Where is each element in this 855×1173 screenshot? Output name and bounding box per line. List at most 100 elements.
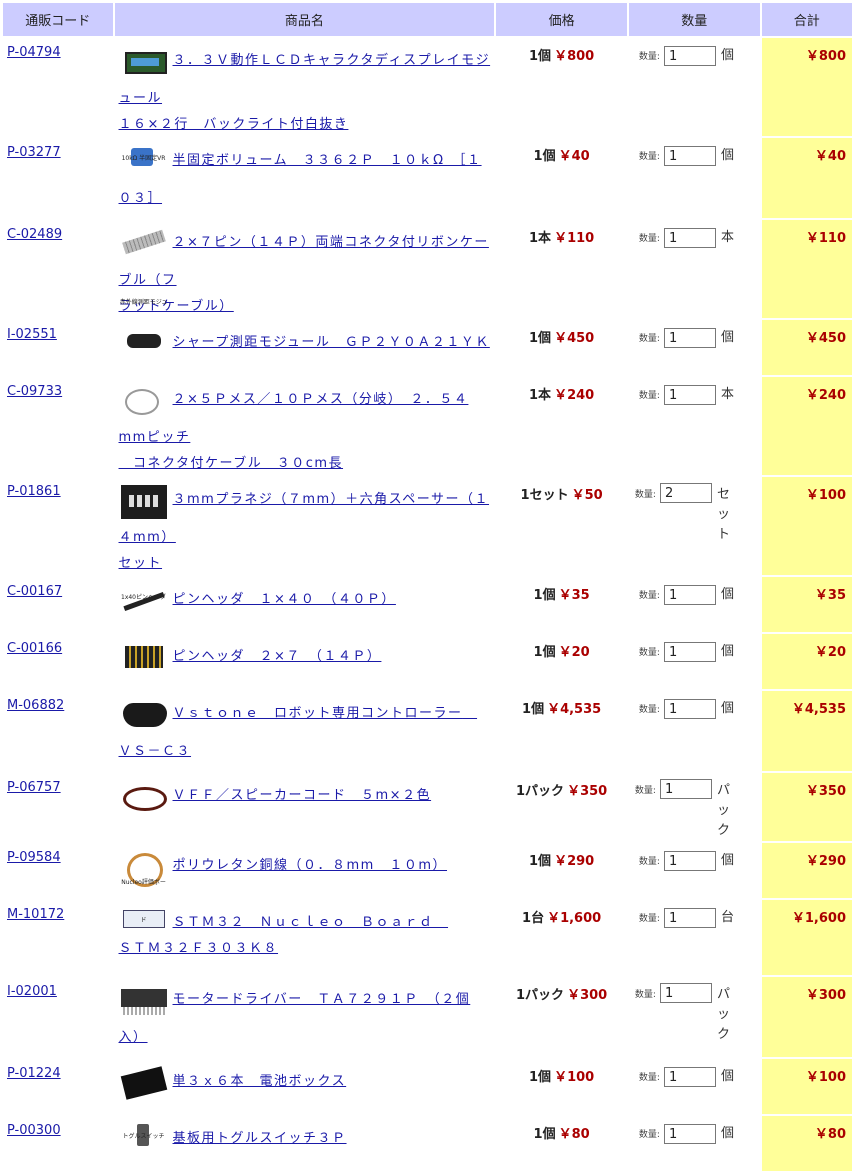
speaker-cord-image[interactable] — [119, 779, 169, 813]
product-code-link[interactable]: P-01861 — [7, 484, 61, 499]
product-code-link[interactable]: P-00300 — [7, 1123, 61, 1138]
trimmer-image[interactable]: 10kΩ 半固定VR — [119, 144, 169, 178]
product-name-link[interactable]: シャープ測距モジュール ＧＰ２Ｙ０Ａ２１ＹＫ — [173, 335, 490, 350]
product-name-link[interactable]: ３．３Ｖ動作ＬＣＤキャラクタディスプレイモジュール — [119, 53, 491, 106]
product-code-link[interactable]: C-00167 — [7, 584, 62, 599]
nucleo-board-image[interactable]: Nucleo評価ボード — [119, 879, 169, 940]
quantity-input[interactable]: 1 — [659, 779, 712, 799]
product-code-link[interactable]: I-02551 — [7, 327, 57, 342]
lcd-image[interactable] — [119, 44, 169, 78]
product-code-link[interactable]: P-01224 — [7, 1066, 61, 1081]
unit-price: ￥800 — [554, 49, 595, 64]
quantity-input[interactable]: 1 — [663, 1066, 716, 1087]
quantity-input[interactable]: 1 — [663, 641, 716, 662]
unit-price: ￥290 — [554, 854, 595, 869]
product-name-cell: Nucleo評価ボード ＳＴＭ３２ Ｎｕｃｌｅｏ Ｂｏａｒｄ ＳＴＭ３２Ｆ３０３… — [115, 879, 495, 975]
pin-header-2x7-image[interactable] — [119, 640, 169, 674]
thumbnail-caption: 10kΩ 半固定VR — [121, 154, 166, 162]
quantity-input[interactable]: 1 — [663, 698, 716, 719]
product-name-cell: 10kΩ 半固定VR 半固定ボリューム ３３６２Ｐ １０ｋΩ ［１０３］ — [115, 138, 495, 218]
quantity-unit: 個 — [720, 148, 734, 163]
quantity-input[interactable]: 2 — [659, 483, 712, 503]
line-total: ￥1,600 — [761, 900, 852, 975]
product-code-link[interactable]: C-00166 — [7, 641, 62, 656]
product-code-cell: I-02551 — [3, 320, 113, 375]
product-code-link[interactable]: P-03277 — [7, 145, 61, 160]
quantity-input[interactable]: 1 — [663, 327, 716, 348]
quantity-label: 数量: — [634, 489, 656, 500]
price-unit: 1パック — [516, 988, 565, 1003]
controller-image[interactable] — [119, 697, 169, 731]
product-name-link-cont[interactable]: ＳＴＭ３２Ｆ３０３Ｋ８ — [119, 941, 279, 956]
quantity-cell: 数量: 1 個 — [629, 38, 760, 136]
quantity-input[interactable]: 1 — [663, 584, 716, 605]
quantity-input[interactable]: 1 — [663, 850, 716, 871]
quantity-input[interactable]: 1 — [659, 983, 712, 1003]
table-row: M-06882 Ｖｓｔｏｎｅ ロボット専用コントローラー ＶＳ－Ｃ３ 1個 ￥4,… — [3, 691, 852, 771]
quantity-input[interactable]: 1 — [663, 227, 716, 248]
cart-table: 通販コード 商品名 価格 数量 合計 P-04794 ３．３Ｖ動作ＬＣＤキャラク… — [1, 1, 854, 1173]
pin-header-image[interactable]: 1x40ピンヘッダ — [119, 583, 169, 617]
product-name-link[interactable]: 半固定ボリューム ３３６２Ｐ １０ｋΩ ［１０３］ — [119, 153, 482, 206]
product-name-link[interactable]: ＳＴＭ３２ Ｎｕｃｌｅｏ Ｂｏａｒｄ — [173, 915, 449, 930]
product-name-link[interactable]: ピンヘッダ １×４０ （４０Ｐ） — [173, 592, 396, 607]
product-code-cell: P-06757 — [3, 773, 113, 841]
quantity-label: 数量: — [638, 1130, 660, 1140]
ribbon-cable-image[interactable] — [119, 226, 169, 260]
quantity-label: 数量: — [638, 648, 660, 658]
quantity-input[interactable]: 1 — [663, 907, 716, 928]
product-name-link[interactable]: モータードライバー ＴＡ７２９１Ｐ （２個入） — [119, 992, 471, 1045]
product-code-link[interactable]: I-02001 — [7, 984, 57, 999]
product-name-link-cont[interactable]: セット — [119, 556, 163, 571]
header-code: 通販コード — [3, 3, 113, 36]
battery-box-image[interactable] — [119, 1065, 169, 1100]
line-total: ￥4,535 — [761, 691, 852, 771]
quantity-input[interactable]: 1 — [663, 45, 716, 66]
product-code-link[interactable]: C-09733 — [7, 384, 62, 399]
cable-image[interactable] — [119, 383, 169, 417]
product-code-link[interactable]: M-06882 — [7, 698, 64, 713]
quantity-unit: パック — [716, 783, 730, 838]
product-code-cell: P-00300 — [3, 1116, 113, 1171]
product-code-link[interactable]: P-09584 — [7, 850, 61, 865]
product-name-link-cont[interactable]: １６×２行 バックライト付白抜き — [119, 117, 349, 132]
quantity-unit: 個 — [720, 48, 734, 63]
product-name-link[interactable]: ２×５Ｐメス／１０Ｐメス（分岐） ２．５４mmピッチ — [119, 392, 469, 445]
product-name-link-cont[interactable]: コネクタ付ケーブル ３０cm長 — [119, 456, 344, 471]
line-total: ￥800 — [761, 38, 852, 136]
motor-driver-image[interactable] — [119, 983, 169, 1017]
price-unit: 1個 — [533, 1127, 556, 1142]
product-code-cell: P-04794 — [3, 38, 113, 136]
sensor-image[interactable]: 赤外線測距モジュール — [119, 299, 169, 360]
product-code-link[interactable]: C-02489 — [7, 227, 62, 242]
screws-image[interactable] — [119, 483, 169, 519]
quantity-input[interactable]: 1 — [663, 145, 716, 166]
product-code-cell: C-00167 — [3, 577, 113, 632]
unit-price: ￥240 — [554, 388, 595, 403]
product-name-link[interactable]: ３mmプラネジ（７mm）＋六角スペーサー（１４mm） — [119, 492, 490, 545]
toggle-switch-image[interactable]: トグルスイッチ — [119, 1122, 169, 1156]
product-code-link[interactable]: P-04794 — [7, 45, 61, 60]
product-name-cell: 単３ｘ６本 電池ボックス — [115, 1059, 495, 1114]
quantity-cell: 数量: 1 個 — [629, 843, 760, 898]
product-name-cell: ２×７ピン（１４Ｐ）両端コネクタ付リボンケーブル（フ ラットケーブル） — [115, 220, 495, 318]
line-total: ￥20 — [761, 634, 852, 689]
price-cell: 1個 ￥40 — [496, 138, 627, 218]
price-unit: 1台 — [522, 911, 545, 926]
quantity-label: 数量: — [638, 334, 660, 344]
quantity-input[interactable]: 1 — [663, 1123, 716, 1144]
product-code-link[interactable]: P-06757 — [7, 780, 61, 795]
quantity-unit: 個 — [720, 330, 734, 345]
product-name-link[interactable]: Ｖｓｔｏｎｅ ロボット専用コントローラー ＶＳ－Ｃ３ — [119, 706, 478, 759]
product-name-link[interactable]: ２×７ピン（１４Ｐ）両端コネクタ付リボンケーブル（フ — [119, 235, 489, 288]
price-unit: 1個 — [533, 588, 556, 603]
product-code-link[interactable]: M-10172 — [7, 907, 64, 922]
product-name-link[interactable]: ＶＦＦ／スピーカーコード ５m×２色 — [173, 788, 432, 803]
unit-price: ￥100 — [554, 1070, 595, 1085]
quantity-input[interactable]: 1 — [663, 384, 716, 405]
product-name-link[interactable]: 基板用トグルスイッチ３Ｐ — [173, 1131, 347, 1146]
product-name-link[interactable]: ピンヘッダ ２×７ （１４Ｐ） — [173, 649, 382, 664]
product-name-link[interactable]: ポリウレタン銅線（０．８mm １０m） — [173, 858, 448, 873]
product-name-link[interactable]: 単３ｘ６本 電池ボックス — [173, 1074, 347, 1089]
quantity-unit: 台 — [720, 910, 734, 925]
